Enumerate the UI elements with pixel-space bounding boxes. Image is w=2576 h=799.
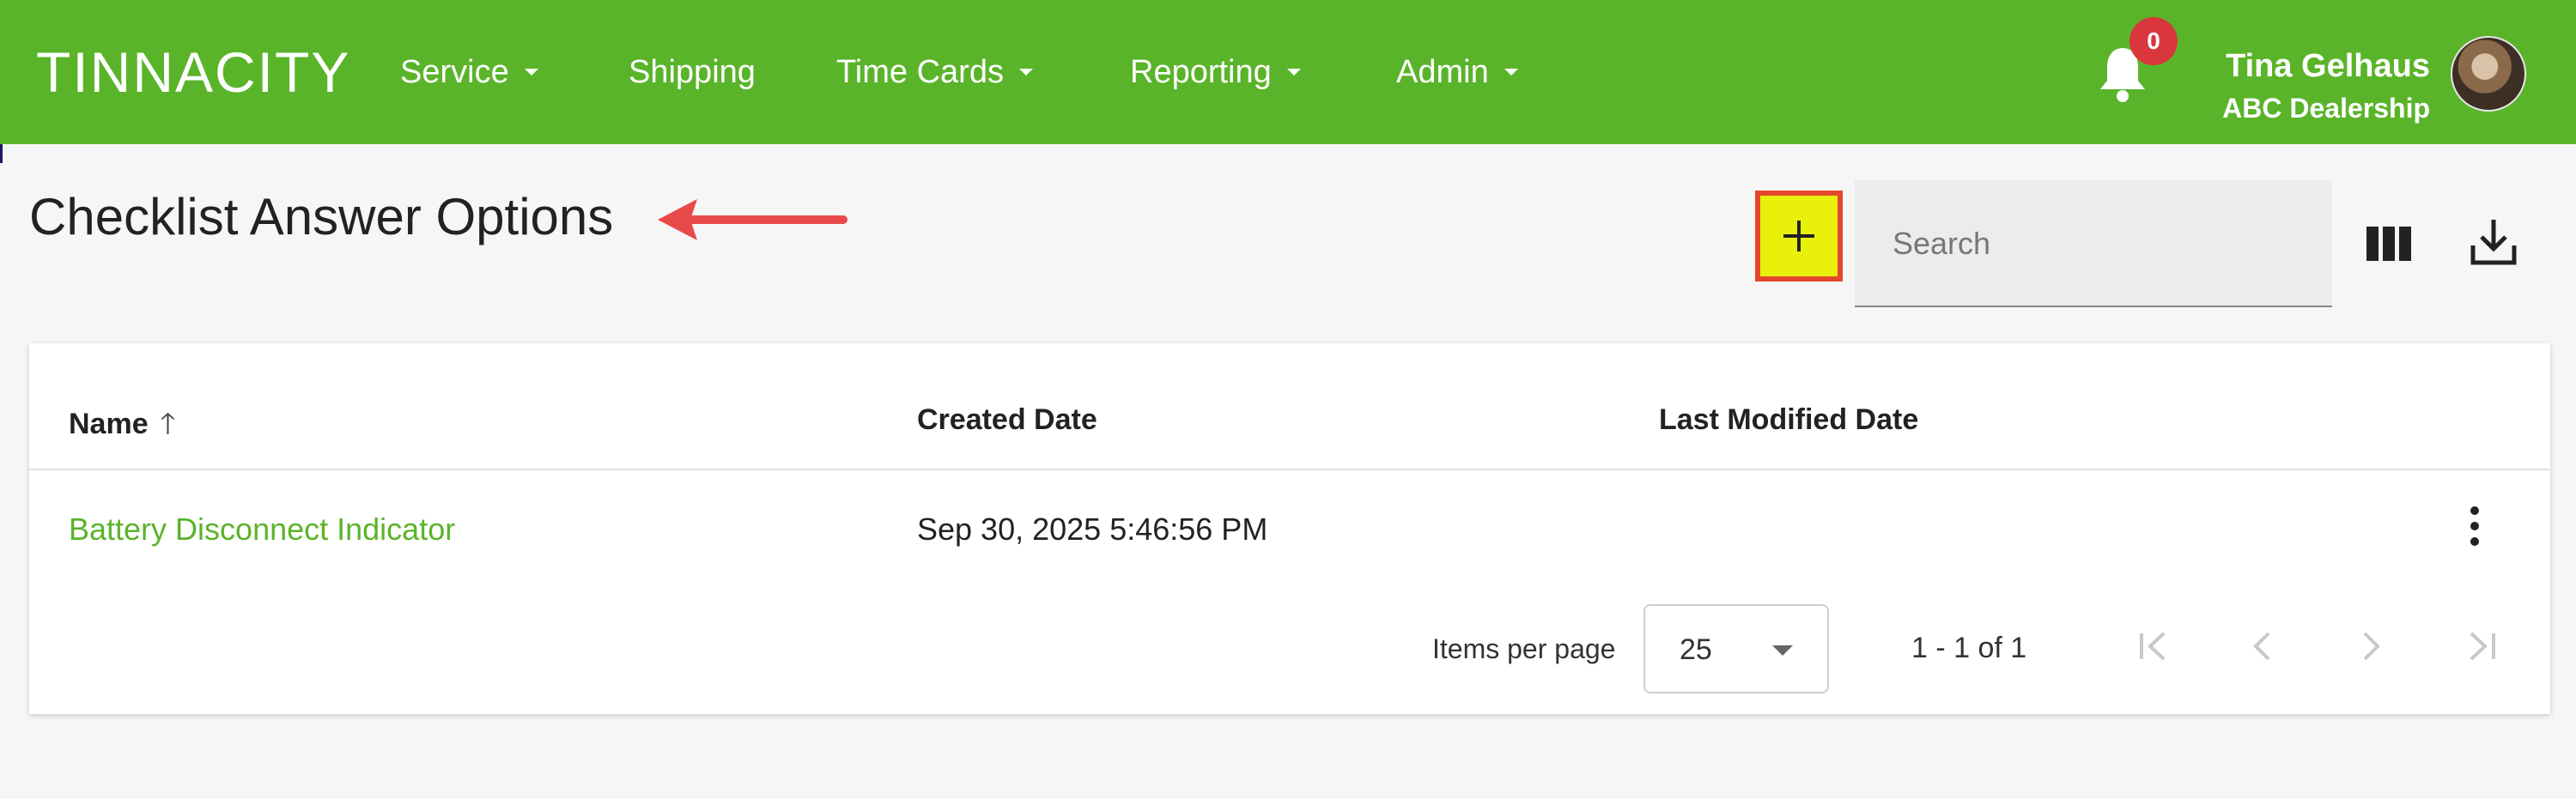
- annotation-arrow-icon: [658, 199, 848, 240]
- items-per-page-value: 25: [1680, 633, 1712, 666]
- nav-time-cards-label: Time Cards: [836, 53, 1004, 90]
- column-header-modified[interactable]: Last Modified Date: [1659, 403, 1918, 437]
- nav-admin-label: Admin: [1396, 53, 1489, 90]
- plus-icon: [1783, 221, 1814, 251]
- chevron-down-icon: [524, 69, 538, 76]
- nav-shipping[interactable]: Shipping: [629, 50, 756, 94]
- data-table: Name 🡑 Created Date Last Modified Date Ba…: [29, 343, 2550, 714]
- chevron-down-icon: [1286, 69, 1301, 76]
- next-page-icon[interactable]: [2351, 626, 2391, 666]
- column-header-name-label: Name: [69, 408, 149, 440]
- top-navigation-bar: TINNACITY Service Shipping Time Cards Re…: [0, 0, 2576, 144]
- previous-page-icon[interactable]: [2243, 626, 2282, 666]
- column-header-created[interactable]: Created Date: [917, 403, 1097, 437]
- user-name[interactable]: Tina Gelhaus: [2226, 48, 2430, 85]
- logo[interactable]: TINNACITY: [36, 38, 350, 106]
- search-field[interactable]: [1855, 180, 2332, 307]
- last-page-icon[interactable]: [2461, 626, 2500, 666]
- row-created-date: Sep 30, 2025 5:46:56 PM: [917, 511, 1268, 547]
- nav-service-label: Service: [400, 53, 509, 90]
- row-name-link[interactable]: Battery Disconnect Indicator: [69, 511, 455, 548]
- avatar[interactable]: [2451, 36, 2526, 112]
- user-organization: ABC Dealership: [2222, 93, 2430, 124]
- page-title: Checklist Answer Options: [29, 188, 614, 245]
- pagination-range: 1 - 1 of 1: [1911, 632, 2027, 664]
- items-per-page-select[interactable]: 25: [1643, 604, 1829, 693]
- more-options-icon[interactable]: [2466, 506, 2483, 553]
- search-input[interactable]: [1891, 215, 2298, 273]
- nav-service[interactable]: Service: [400, 50, 538, 94]
- items-per-page-label: Items per page: [1432, 633, 1616, 664]
- dropdown-arrow-icon: [1772, 645, 1793, 656]
- nav-reporting[interactable]: Reporting: [1130, 50, 1301, 94]
- chevron-down-icon: [1504, 69, 1518, 76]
- nav-time-cards[interactable]: Time Cards: [836, 50, 1033, 94]
- columns-icon[interactable]: [2366, 227, 2411, 261]
- download-icon[interactable]: [2470, 216, 2518, 268]
- sort-ascending-icon: 🡑: [160, 408, 176, 440]
- nav-admin[interactable]: Admin: [1396, 50, 1518, 94]
- logo-text: TINNACITY: [36, 40, 351, 104]
- column-header-name[interactable]: Name 🡑: [69, 403, 175, 452]
- chevron-down-icon: [1018, 69, 1033, 76]
- nav-shipping-label: Shipping: [629, 53, 756, 90]
- first-page-icon[interactable]: [2135, 626, 2174, 666]
- header-divider: [29, 469, 2550, 470]
- nav-reporting-label: Reporting: [1130, 53, 1272, 90]
- notification-badge: 0: [2129, 17, 2178, 65]
- add-button[interactable]: [1755, 191, 1843, 281]
